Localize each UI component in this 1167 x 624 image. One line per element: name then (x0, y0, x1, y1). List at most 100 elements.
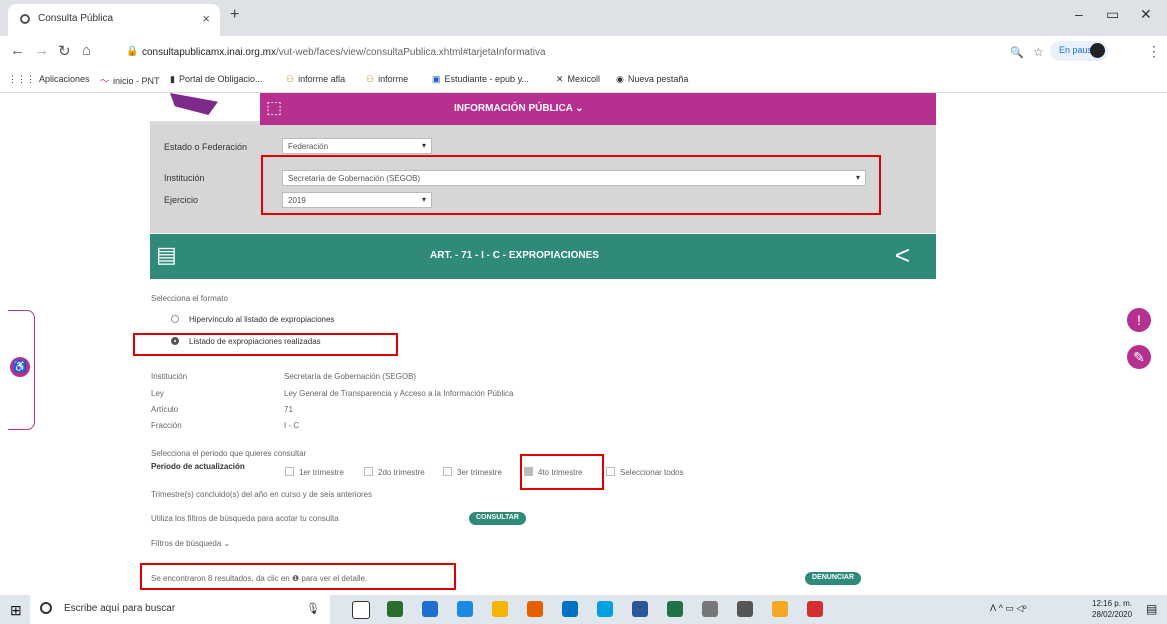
excel-icon[interactable] (667, 601, 683, 617)
bookmark-informe[interactable]: ⚇ informe (366, 74, 408, 85)
radio-hipervinculo[interactable] (171, 315, 179, 323)
minimize-icon[interactable]: – (1075, 6, 1083, 22)
x-icon: ✕ (556, 74, 564, 84)
app-icon[interactable] (702, 601, 718, 617)
filtros-toggle[interactable]: Filtros de búsqueda ⌄ (151, 539, 230, 548)
close-icon[interactable]: × (202, 11, 210, 26)
option-todos[interactable]: Seleccionar todos (620, 468, 684, 477)
option-hipervinculo[interactable]: Hipervínculo al listado de expropiacione… (189, 315, 334, 324)
bookmark-apps[interactable]: ⋮⋮⋮ Aplicaciones (8, 74, 90, 85)
highlight-box-4to (520, 454, 604, 490)
taskbar-search[interactable]: Escribe aquí para buscar 🎙 (30, 595, 330, 624)
bookmark-pnt[interactable]: 〜 inicio - PNT (100, 74, 160, 87)
word-icon[interactable] (632, 601, 648, 617)
browser-tab-strip: Consulta Pública × + – ▭ ✕ (0, 0, 1167, 36)
detail-value: 71 (284, 405, 293, 414)
firefox-icon[interactable] (527, 601, 543, 617)
lock-icon: 🔒 (126, 46, 139, 57)
ejercicio-label: Ejercicio (164, 195, 199, 205)
alert-icon[interactable]: ! (1127, 308, 1151, 332)
back-icon[interactable]: ← (10, 42, 25, 59)
clock[interactable]: 12:16 p. m. 28/02/2020 (1092, 598, 1132, 620)
reload-icon[interactable]: ↻ (58, 42, 71, 60)
close-window-icon[interactable]: ✕ (1140, 6, 1152, 23)
format-prompt: Selecciona el formato (151, 294, 228, 303)
windows-start-icon[interactable]: ⊞ (10, 602, 22, 619)
highlight-box-results (140, 563, 456, 590)
store-icon[interactable] (387, 601, 403, 617)
app-icon[interactable] (737, 601, 753, 617)
people-icon: ⚇ (366, 74, 375, 84)
browser-toolbar: ← → ↻ ⌂ 🔒 consultapublicamx.inai.org.mx/… (0, 36, 1167, 68)
new-tab-button[interactable]: + (230, 6, 239, 24)
document-chart-icon: ▤ (156, 242, 177, 267)
cortana-icon (40, 602, 52, 614)
acrobat-icon[interactable] (807, 601, 823, 617)
edge-legacy-icon[interactable] (422, 601, 438, 617)
edit-icon[interactable]: ✎ (1127, 345, 1151, 369)
bookmark-estudiante[interactable]: ▣ Estudiante - epub y... (432, 74, 529, 85)
bookmark-mexicoll[interactable]: ✕ Mexicoll (556, 74, 600, 85)
notification-icon[interactable]: ▤ (1146, 602, 1157, 616)
chevron-down-icon: ▾ (421, 141, 426, 150)
detail-label: Ley (151, 389, 164, 398)
share-icon[interactable]: < (895, 240, 910, 271)
browser-tab[interactable]: Consulta Pública × (8, 4, 220, 36)
menu-icon[interactable]: ⋮ (1147, 43, 1161, 60)
app-icon[interactable] (772, 601, 788, 617)
pnt-icon: 〜 (100, 76, 110, 86)
globe-icon: ◉ (616, 74, 624, 84)
home-icon[interactable]: ⌂ (82, 42, 91, 59)
system-tray[interactable]: ᐱ ^ ▭ ◁ᵒ (990, 603, 1027, 614)
option-3er[interactable]: 3er trimestre (457, 468, 502, 477)
bookmark-informe-afla[interactable]: ⚇ informe afla (286, 74, 345, 85)
page-content: ⬚ INFORMACIÓN PÚBLICA ⌄ Estado o Federac… (0, 93, 1167, 595)
option-2do[interactable]: 2do trimestre (378, 468, 425, 477)
clock-time: 12:16 p. m. (1092, 599, 1133, 608)
ie-icon[interactable] (457, 601, 473, 617)
detail-value: Ley General de Transparencia y Acceso a … (284, 389, 514, 398)
section-header: ▤ ART. - 71 - I - C - EXPROPIACIONES < (150, 234, 936, 279)
estado-select[interactable]: Federación ▾ (282, 138, 432, 154)
avatar (1090, 43, 1105, 58)
microphone-icon[interactable]: 🎙 (306, 602, 320, 615)
address-bar[interactable]: 🔒 consultapublicamx.inai.org.mx/vut-web/… (116, 41, 996, 65)
period-label: Periodo de actualización (151, 462, 245, 471)
consultar-button[interactable]: CONSULTAR (469, 512, 526, 525)
globe-icon (20, 14, 30, 24)
maximize-icon[interactable]: ▭ (1106, 6, 1119, 23)
period-prompt: Selecciona el periodo que quieres consul… (151, 449, 307, 458)
building-icon: ▮ (170, 74, 175, 84)
checkbox-todos[interactable] (606, 467, 615, 476)
forward-icon[interactable]: → (34, 42, 49, 59)
bookmark-portal[interactable]: ▮ Portal de Obligacio... (170, 74, 263, 85)
detail-label: Artículo (151, 405, 179, 414)
denunciar-button[interactable]: DENUNCIAR (805, 572, 861, 585)
checkbox-3er[interactable] (443, 467, 452, 476)
task-view-icon[interactable] (352, 601, 370, 619)
checkbox-1er[interactable] (285, 467, 294, 476)
accessibility-widget[interactable]: ♿ (8, 310, 35, 430)
bookmark-nueva[interactable]: ◉ Nueva pestaña (616, 74, 688, 85)
search-hint: Utiliza los filtros de búsqueda para aco… (151, 514, 339, 523)
period-note: Trimestre(s) concluido(s) del año en cur… (151, 490, 373, 499)
logo (150, 93, 260, 125)
checkbox-2do[interactable] (364, 467, 373, 476)
section-title: ART. - 71 - I - C - EXPROPIACIONES (430, 250, 599, 261)
highlight-box-listado (133, 333, 398, 356)
tab-title: Consulta Pública (38, 13, 114, 24)
informacion-publica-menu[interactable]: INFORMACIÓN PÚBLICA ⌄ (454, 103, 584, 114)
outlook-icon[interactable] (562, 601, 578, 617)
profile-paused-button[interactable]: En pausa (1050, 41, 1108, 61)
people-icon: ⚇ (286, 74, 295, 84)
detail-value: I - C (284, 421, 300, 430)
accessibility-icon: ♿ (10, 357, 30, 377)
windows-taskbar: ⊞ Escribe aquí para buscar 🎙 ᐱ ^ ▭ ◁ᵒ 12… (0, 595, 1167, 624)
skype-icon[interactable] (597, 601, 613, 617)
zoom-icon[interactable]: 🔍 (1010, 46, 1024, 59)
chrome-icon[interactable] (492, 601, 508, 617)
star-icon[interactable]: ☆ (1033, 45, 1044, 59)
url-text: consultapublicamx.inai.org.mx/vut-web/fa… (142, 47, 546, 58)
option-1er[interactable]: 1er trimestre (299, 468, 344, 477)
institucion-label: Institución (164, 173, 205, 183)
